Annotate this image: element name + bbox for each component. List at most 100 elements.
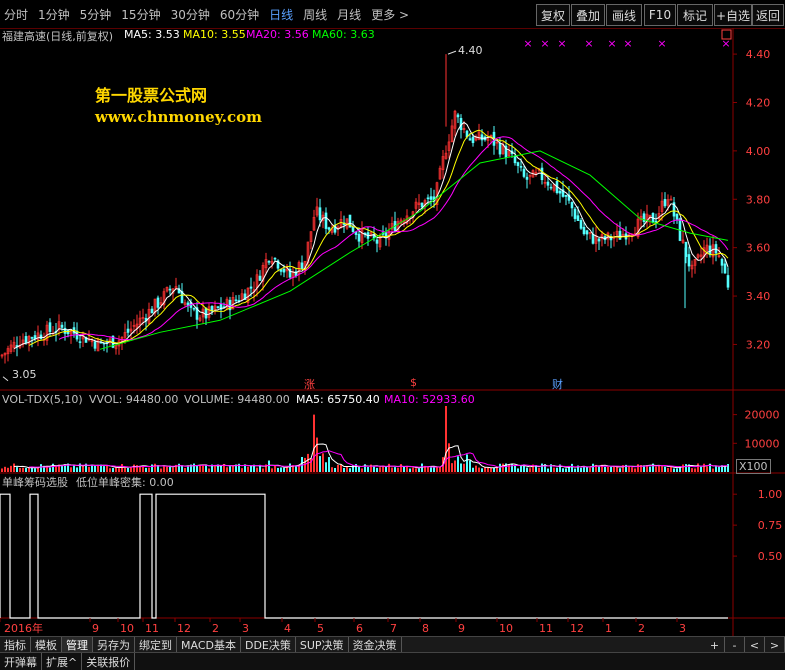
volume-bar: [400, 464, 402, 472]
vvol-label: VVOL: 94480.00: [89, 393, 179, 406]
volume-bar: [712, 468, 714, 472]
volume-bar: [226, 467, 228, 472]
candle-body: [282, 268, 286, 273]
volume-bar: [367, 466, 369, 472]
volume-bar: [466, 454, 468, 472]
volume-bar: [580, 467, 582, 472]
extra-tab-2[interactable]: 关联报价: [82, 653, 136, 670]
volume-bar: [379, 467, 381, 472]
volume-bar: [331, 467, 333, 472]
indicator-tab-0[interactable]: 指标: [0, 637, 31, 653]
candle-body: [192, 307, 196, 310]
indicator-tab-4[interactable]: 绑定到: [135, 637, 177, 653]
volume-bar: [376, 467, 378, 472]
indicator-name[interactable]: 单峰筹码选股: [2, 474, 68, 490]
top-marker-1: ×: [540, 37, 549, 50]
volume-bar: [199, 466, 201, 472]
watermark-title: 第一股票公式网: [95, 86, 208, 105]
volume-label: VOLUME: 94480.00: [184, 393, 290, 406]
volume-bar: [127, 467, 129, 472]
time-tick-label-13: 10: [499, 622, 513, 635]
indicator-tab-6[interactable]: DDE决策: [241, 637, 296, 653]
scroll-button-0[interactable]: +: [705, 637, 725, 653]
candle-body: [273, 257, 277, 260]
volume-bar: [178, 463, 180, 472]
volume-bar: [664, 466, 666, 472]
volume-bar: [682, 464, 684, 472]
volume-bar: [487, 467, 489, 472]
volume-bar: [520, 466, 522, 472]
volume-bar: [463, 463, 465, 472]
vol-indicator-name[interactable]: VOL-TDX(5,10): [2, 393, 83, 406]
volume-bar: [1, 468, 3, 472]
candle-body: [375, 239, 379, 244]
volume-bar: [631, 467, 633, 472]
indicator-tab-7[interactable]: SUP决策: [296, 637, 349, 653]
volume-bar: [610, 467, 612, 472]
volume-bar: [7, 467, 9, 472]
volume-bar: [130, 467, 132, 472]
volume-bar: [88, 466, 90, 472]
volume-bar: [604, 466, 606, 472]
volume-bar: [346, 467, 348, 472]
candle-body: [351, 226, 355, 232]
volume-bar: [517, 468, 519, 472]
indicator-tab-8[interactable]: 资金决策: [349, 637, 402, 653]
volume-bar: [361, 468, 363, 472]
indicator-tab-3[interactable]: 另存为: [93, 637, 135, 653]
volume-bar: [277, 467, 279, 472]
candle-body: [480, 134, 484, 141]
vol-ma10-label: MA10: 52933.60: [384, 393, 475, 406]
watermark-url: www.chnmoney.com: [95, 108, 262, 126]
volume-bar: [718, 466, 720, 472]
extra-tab-0[interactable]: 开弹幕: [0, 653, 42, 670]
volume-bar: [49, 467, 51, 472]
volume-bar: [655, 466, 657, 472]
volume-bar: [241, 468, 243, 472]
price-tick-label-5: 4.20: [746, 96, 771, 109]
volume-bar: [571, 463, 573, 472]
volume-bar: [133, 464, 135, 472]
event-marker-1[interactable]: 涨: [304, 376, 315, 392]
event-marker-2[interactable]: $: [410, 376, 417, 389]
volume-bar: [397, 467, 399, 472]
volume-bar: [313, 414, 315, 472]
volume-bar: [220, 465, 222, 472]
volume-bar: [511, 463, 513, 472]
event-marker-3[interactable]: 财: [552, 376, 563, 392]
indicator-tab-5[interactable]: MACD基本: [177, 637, 241, 653]
top-marker-6: ×: [657, 37, 666, 50]
volume-bar: [616, 467, 618, 472]
volume-bar: [232, 465, 234, 472]
volume-bar: [706, 466, 708, 472]
scroll-button-2[interactable]: <: [745, 637, 765, 653]
volume-bar: [271, 468, 273, 472]
volume-bar: [16, 467, 18, 472]
volume-bar: [433, 467, 435, 472]
indicator-tab-2[interactable]: 管理: [62, 637, 93, 653]
time-tick-label-0: 2016年: [4, 621, 43, 635]
candle-body: [720, 258, 724, 266]
scroll-button-1[interactable]: -: [725, 637, 745, 653]
volume-bar: [388, 463, 390, 472]
candle-body: [663, 199, 667, 207]
volume-bar: [274, 465, 276, 472]
volume-bar: [694, 468, 696, 472]
volume-bar: [502, 463, 504, 472]
price-tick-label-1: 3.40: [746, 290, 771, 303]
extra-tab-1[interactable]: 扩展^: [42, 653, 83, 670]
candle-body: [300, 262, 304, 270]
volume-bar: [187, 466, 189, 472]
candle-body: [549, 186, 553, 189]
low-arrow: [2, 376, 9, 382]
scroll-button-3[interactable]: >: [765, 637, 785, 653]
indicator-value: 低位单峰密集: 0.00: [76, 476, 174, 489]
volume-bar: [106, 465, 108, 472]
top-marker-0: ×: [523, 37, 532, 50]
candle-body: [267, 261, 271, 263]
high-arrow: [447, 50, 457, 55]
volume-bar: [412, 467, 414, 472]
time-tick-label-4: 12: [177, 622, 191, 635]
indicator-tab-1[interactable]: 模板: [31, 637, 62, 653]
volume-bar: [685, 464, 687, 472]
